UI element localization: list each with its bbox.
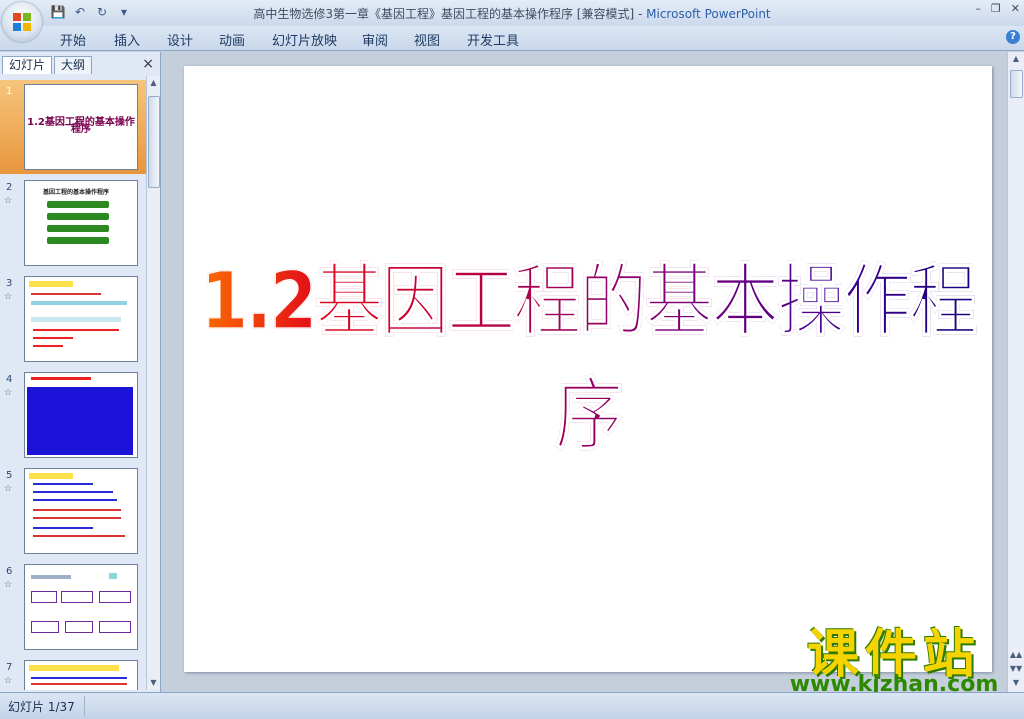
tab-home[interactable]: 开始	[60, 30, 86, 49]
slide-counter: 幻灯片 1/37	[8, 700, 75, 714]
thumbnail-slide[interactable]	[24, 468, 138, 554]
thumbnail-number: 6	[6, 566, 13, 577]
thumbnail-bar	[47, 225, 109, 232]
slide-canvas[interactable]: 1.2基因工程的基本操作程序	[184, 66, 992, 672]
panel-scrollbar[interactable]: ▲ ▼	[146, 76, 160, 690]
thumbnail-highlight	[29, 281, 73, 287]
thumbnail-bar	[47, 201, 109, 208]
status-divider	[84, 696, 85, 716]
title-bar: 💾 ↶ ↻ ▾ 高中生物选修3第一章《基因工程》基因工程的基本操作程序 [兼容模…	[0, 0, 1024, 26]
tab-slides[interactable]: 幻灯片	[2, 56, 53, 74]
thumbnail-number: 2	[6, 182, 13, 193]
minimize-icon[interactable]: –	[975, 2, 981, 15]
tab-developer[interactable]: 开发工具	[467, 30, 519, 49]
thumbnail-slide[interactable]	[24, 276, 138, 362]
window-title: 高中生物选修3第一章《基因工程》基因工程的基本操作程序 [兼容模式] - Mic…	[253, 7, 771, 21]
document-title: 高中生物选修3第一章《基因工程》基因工程的基本操作程序 [兼容模式]	[253, 7, 635, 21]
animation-star-icon: ☆	[4, 676, 13, 686]
office-logo-icon	[13, 13, 31, 31]
thumbnail-title: 1.2基因工程的基本操作程序	[27, 117, 135, 135]
slides-panel: 幻灯片 大纲 × 1 1.2基因工程的基本操作程序 2 ☆ 基因工程的基本操作程…	[0, 52, 161, 692]
thumbnail-slide[interactable]: 基因工程的基本操作程序	[24, 180, 138, 266]
close-window-icon[interactable]: ✕	[1011, 2, 1020, 15]
thumbnail-slide[interactable]	[24, 564, 138, 650]
scroll-thumb[interactable]	[148, 96, 160, 188]
thumbnail-blue-box	[27, 387, 133, 455]
close-panel-icon[interactable]: ×	[142, 56, 154, 72]
scroll-up-icon[interactable]: ▲	[147, 76, 160, 90]
restore-icon[interactable]: ❐	[991, 2, 1001, 15]
thumbnail-item[interactable]: 7 ☆	[0, 656, 146, 690]
office-button[interactable]	[2, 2, 42, 42]
app-name: Microsoft PowerPoint	[646, 7, 771, 21]
thumbnail-title: 基因工程的基本操作程序	[43, 189, 110, 196]
tab-view[interactable]: 视图	[414, 30, 440, 49]
editor-scrollbar[interactable]: ▲ ▲▲ ▼▼ ▼	[1007, 52, 1024, 692]
thumbnail-item[interactable]: 1 1.2基因工程的基本操作程序	[0, 80, 146, 174]
thumbnail-slide[interactable]	[24, 660, 138, 690]
thumbnail-number: 7	[6, 662, 13, 673]
tab-slideshow[interactable]: 幻灯片放映	[272, 30, 337, 49]
thumbnail-number: 4	[6, 374, 13, 385]
thumbnail-bar	[47, 213, 109, 220]
help-icon[interactable]: ?	[1006, 30, 1020, 44]
thumbnail-number: 5	[6, 470, 13, 481]
thumbnail-slide[interactable]: 1.2基因工程的基本操作程序	[24, 84, 138, 170]
thumbnail-list: 1 1.2基因工程的基本操作程序 2 ☆ 基因工程的基本操作程序 3 ☆ 4 ☆…	[0, 76, 146, 690]
scroll-down-icon[interactable]: ▼	[147, 676, 160, 690]
animation-star-icon: ☆	[4, 388, 13, 398]
ribbon-tabs: 开始 插入 设计 动画 幻灯片放映 审阅 视图 开发工具 ?	[0, 26, 1024, 51]
animation-star-icon: ☆	[4, 484, 13, 494]
thumbnail-item[interactable]: 4 ☆	[0, 368, 146, 462]
watermark-logo: 课件站 www.kjzhan.com	[776, 612, 1012, 698]
slide-editor: 1.2基因工程的基本操作程序 ▲ ▲▲ ▼▼ ▼	[162, 52, 1024, 692]
thumbnail-bar	[47, 237, 109, 244]
scroll-thumb[interactable]	[1010, 70, 1023, 98]
thumbnail-item[interactable]: 2 ☆ 基因工程的基本操作程序	[0, 176, 146, 270]
panel-tabs: 幻灯片 大纲 ×	[2, 54, 158, 74]
thumbnail-item[interactable]: 6 ☆	[0, 560, 146, 654]
thumbnail-slide[interactable]	[24, 372, 138, 458]
window-controls: – ❐ ✕	[975, 2, 1020, 15]
status-bar: 幻灯片 1/37	[0, 692, 1024, 719]
scroll-up-icon[interactable]: ▲	[1008, 52, 1024, 66]
animation-star-icon: ☆	[4, 580, 13, 590]
animation-star-icon: ☆	[4, 196, 13, 206]
thumbnail-item[interactable]: 3 ☆	[0, 272, 146, 366]
tab-animations[interactable]: 动画	[219, 30, 245, 49]
tab-outline[interactable]: 大纲	[54, 56, 93, 74]
thumbnail-number: 3	[6, 278, 13, 289]
tab-review[interactable]: 审阅	[362, 30, 388, 49]
animation-star-icon: ☆	[4, 292, 13, 302]
slide-title[interactable]: 1.2基因工程的基本操作程序	[184, 237, 992, 465]
tab-insert[interactable]: 插入	[114, 30, 140, 49]
thumbnail-number: 1	[6, 86, 13, 97]
tab-design[interactable]: 设计	[167, 30, 193, 49]
thumbnail-item[interactable]: 5 ☆	[0, 464, 146, 558]
